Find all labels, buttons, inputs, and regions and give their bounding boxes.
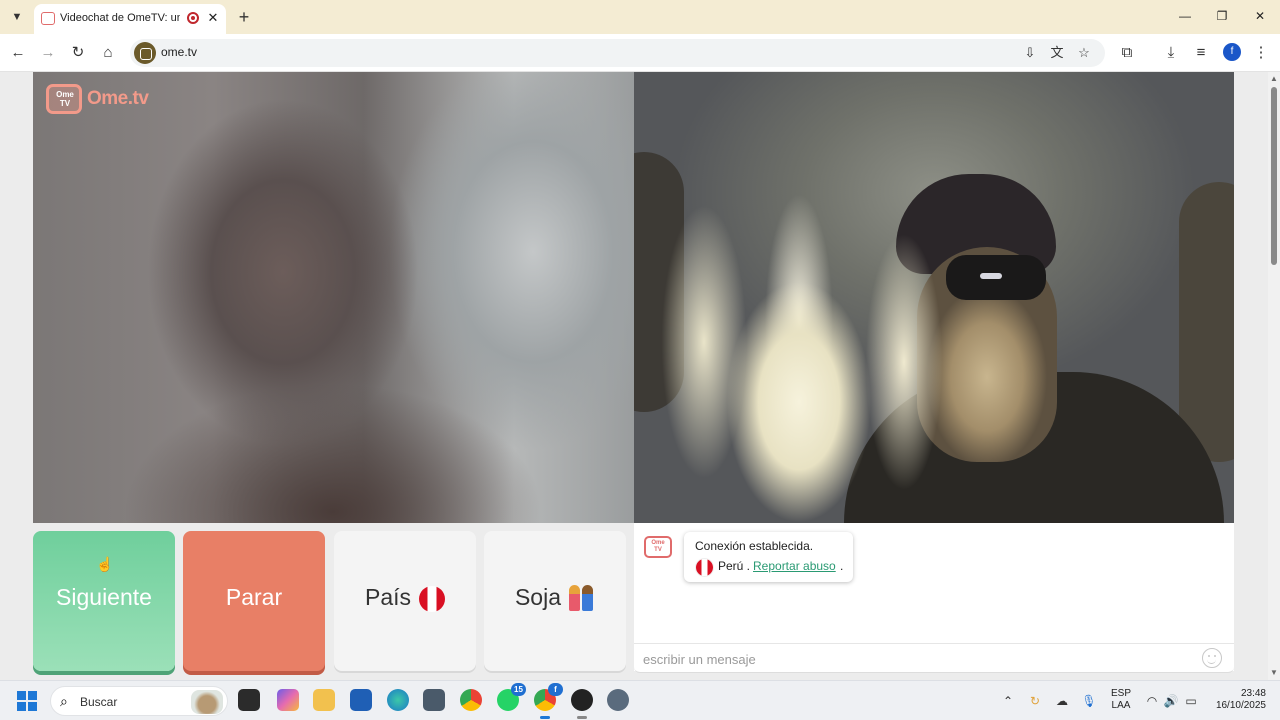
tab-strip: ▼ Videochat de OmeTV: una a ✕ + — ❐ ✕ — [0, 0, 1280, 34]
mouse-pointer-icon: ☝ — [96, 556, 114, 572]
gender-filter-button[interactable]: Soja — [484, 531, 626, 671]
whatsapp-icon[interactable]: 15 — [497, 683, 526, 711]
tab-ometv[interactable]: Videochat de OmeTV: una a ✕ — [34, 4, 226, 34]
couple-icon — [567, 584, 595, 613]
clock[interactable]: 23:48 16/10/2025 — [1206, 688, 1266, 712]
ometv-page: Ome TV Ome.tv Siguiente Parar País Soja … — [0, 72, 1268, 680]
search-highlight-image — [191, 690, 223, 714]
url-text: ome.tv — [161, 45, 198, 59]
profile-avatar[interactable]: f — [1223, 43, 1241, 61]
copilot-icon[interactable] — [277, 689, 299, 711]
page-scrollbar[interactable]: ▲ ▼ — [1268, 72, 1280, 680]
site-info-icon[interactable] — [134, 42, 156, 64]
gender-button-label: Soja — [514, 584, 562, 610]
chrome-icon[interactable] — [460, 689, 482, 711]
tab-close-icon[interactable]: ✕ — [206, 10, 220, 26]
peru-flag-small-icon — [696, 559, 713, 576]
ometv-logo[interactable]: Ome TV Ome.tv — [46, 80, 161, 114]
onedrive-cloud-icon[interactable]: ☁ — [1054, 693, 1070, 709]
search-icon: ⌕ — [60, 693, 68, 709]
report-suffix: . — [840, 559, 844, 573]
next-button[interactable]: Siguiente — [33, 531, 175, 671]
language-code: ESP — [1110, 688, 1131, 699]
message-input-bar — [634, 643, 1234, 673]
microphone-icon[interactable]: 🎙 — [1081, 693, 1097, 709]
home-icon[interactable]: ⌂ — [97, 42, 119, 64]
chat-logo-text: Ome TV — [651, 540, 665, 553]
active-app-indicator — [540, 716, 550, 719]
windows-taskbar: ⌕ Buscar 15 f ⌃ ↻ ☁ 🎙 ESP LAA ◠ 🔊 ▭ 23:4… — [0, 680, 1280, 720]
report-abuse-link[interactable]: Reportar abuso — [753, 559, 836, 573]
search-placeholder: Buscar — [80, 695, 118, 709]
running-app-indicator — [577, 716, 587, 719]
ometv-favicon-icon — [41, 12, 55, 25]
address-bar[interactable]: ome.tv ⇩ 文 ☆ — [130, 39, 1105, 67]
scroll-down-icon[interactable]: ▼ — [1268, 668, 1280, 678]
emoji-icon[interactable] — [1202, 648, 1222, 668]
partner-country: Perú . — [718, 559, 751, 573]
edge-icon[interactable] — [387, 689, 409, 711]
translate-icon[interactable]: 文 — [1048, 44, 1066, 62]
battery-icon[interactable]: ▭ — [1183, 693, 1199, 709]
settings-gear-icon[interactable] — [607, 689, 629, 711]
windows-start-icon[interactable] — [17, 691, 37, 711]
wifi-icon[interactable]: ◠ — [1144, 693, 1160, 709]
country-button-label: País — [364, 584, 412, 610]
clock-time: 23:48 — [1240, 688, 1266, 699]
forward-arrow-icon[interactable]: → — [37, 42, 59, 64]
whatsapp-badge: 15 — [511, 683, 526, 696]
stop-button[interactable]: Parar — [183, 531, 325, 671]
chrome-profile-icon[interactable]: f — [534, 683, 563, 711]
connection-message: Conexión establecida. — [695, 539, 814, 553]
taskbar-search[interactable]: ⌕ Buscar — [50, 686, 228, 716]
minimize-button[interactable]: — — [1173, 6, 1197, 26]
keyboard-layout: LAA — [1111, 700, 1131, 711]
downloads-icon[interactable]: ⤓ — [1160, 42, 1182, 64]
tab-title: Videochat de OmeTV: una a — [60, 12, 180, 24]
install-app-icon[interactable]: ⇩ — [1021, 44, 1039, 62]
microsoft-store-icon[interactable] — [350, 689, 372, 711]
new-tab-button[interactable]: + — [234, 7, 254, 27]
back-arrow-icon[interactable]: ← — [7, 42, 29, 64]
scroll-up-icon[interactable]: ▲ — [1268, 74, 1280, 84]
calculator-icon[interactable] — [423, 689, 445, 711]
browser-toolbar: ← → ↻ ⌂ ome.tv ⇩ 文 ☆ ⧉ ⤓ ≡ f ⋮ — [0, 34, 1280, 72]
ometv-chat-logo-icon: Ome TV — [644, 536, 672, 558]
menu-kebab-icon[interactable]: ⋮ — [1250, 42, 1272, 64]
local-video: Ome TV Ome.tv — [33, 72, 634, 523]
system-message-bubble: Conexión establecida. Perú . Reportar ab… — [684, 532, 853, 582]
raised-hand — [634, 192, 964, 523]
clock-date: 16/10/2025 — [1215, 700, 1266, 711]
logo-text: Ome.tv — [87, 88, 149, 109]
chrome-profile-badge: f — [548, 683, 563, 696]
obs-icon[interactable] — [571, 689, 593, 711]
stop-button-label: Parar — [225, 584, 283, 610]
volume-icon[interactable]: 🔊 — [1163, 693, 1179, 709]
restore-button[interactable]: ❐ — [1210, 6, 1234, 26]
input-language[interactable]: ESP LAA — [1108, 688, 1134, 712]
task-view-icon[interactable] — [238, 689, 260, 711]
next-button-label: Siguiente — [56, 584, 152, 610]
media-controls-icon[interactable]: ≡ — [1190, 42, 1212, 64]
remote-video — [634, 72, 1234, 523]
country-filter-button[interactable]: País — [334, 531, 476, 671]
recording-indicator-icon — [187, 12, 199, 24]
file-explorer-icon[interactable] — [313, 689, 335, 711]
logo-tv-text: Ome TV — [56, 90, 74, 108]
remote-person-background-right — [1179, 182, 1234, 462]
tab-search-chevron-icon[interactable]: ▼ — [6, 7, 28, 27]
bookmark-star-icon[interactable]: ☆ — [1075, 44, 1093, 62]
sync-icon[interactable]: ↻ — [1027, 693, 1043, 709]
show-hidden-icons-chevron-icon[interactable]: ⌃ — [1000, 693, 1016, 709]
message-input[interactable] — [643, 650, 1183, 668]
ometv-tv-icon: Ome TV — [46, 84, 82, 114]
scroll-thumb[interactable] — [1271, 87, 1277, 265]
close-window-button[interactable]: ✕ — [1248, 6, 1272, 26]
extensions-icon[interactable]: ⧉ — [1116, 42, 1138, 64]
reload-icon[interactable]: ↻ — [67, 42, 89, 64]
peru-flag-icon — [419, 585, 446, 612]
